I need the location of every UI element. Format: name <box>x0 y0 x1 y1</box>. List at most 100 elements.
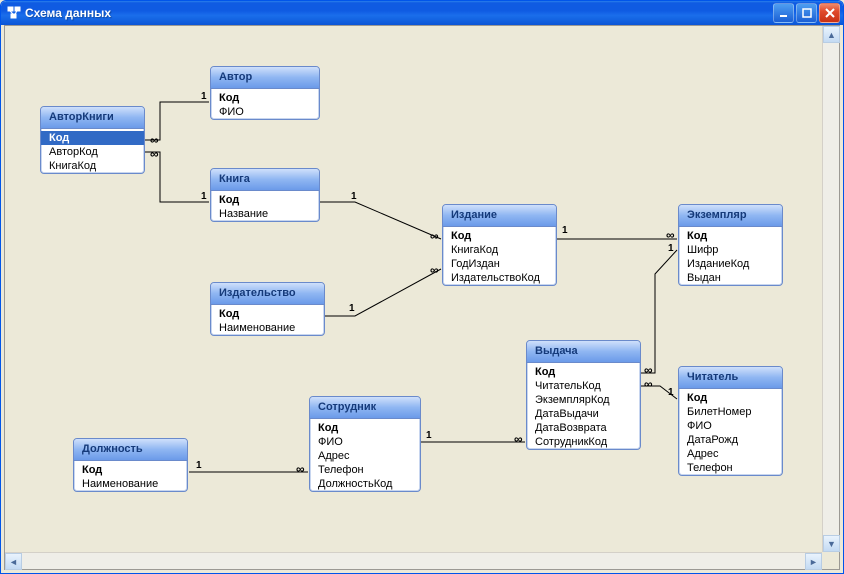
window-controls <box>773 3 840 23</box>
field[interactable]: ИздательствоКод <box>443 271 556 285</box>
field-pk[interactable]: Код <box>310 421 420 435</box>
field[interactable]: Наименование <box>74 477 187 491</box>
entity-dolzhnost[interactable]: Должность Код Наименование <box>73 438 188 492</box>
card-one: 1 <box>667 388 675 398</box>
entity-title: Сотрудник <box>310 397 420 419</box>
field[interactable]: Телефон <box>679 461 782 475</box>
field[interactable]: ФИО <box>310 435 420 449</box>
card-many: ∞ <box>665 229 676 241</box>
field[interactable]: Адрес <box>310 449 420 463</box>
entity-kniga[interactable]: Книга Код Название <box>210 168 320 222</box>
entity-fields: Код ФИО <box>211 89 319 119</box>
window-frame: Схема данных <box>0 0 844 574</box>
field[interactable]: ЧитательКод <box>527 379 640 393</box>
maximize-button[interactable] <box>796 3 817 23</box>
entity-izdanie[interactable]: Издание Код КнигаКод ГодИздан Издательст… <box>442 204 557 286</box>
card-many: ∞ <box>643 378 654 390</box>
field-pk[interactable]: Код <box>679 391 782 405</box>
card-many: ∞ <box>429 230 440 242</box>
card-many: ∞ <box>513 433 524 445</box>
field-pk[interactable]: Код <box>443 229 556 243</box>
card-many: ∞ <box>643 364 654 376</box>
field-pk[interactable]: Код <box>211 193 319 207</box>
entity-fields: Код Название <box>211 191 319 221</box>
entity-title: Издательство <box>211 283 324 305</box>
entity-izdatelstvo[interactable]: Издательство Код Наименование <box>210 282 325 336</box>
scroll-up-button[interactable]: ▲ <box>823 26 840 43</box>
field[interactable]: ДатаРожд <box>679 433 782 447</box>
field[interactable]: АвторКод <box>41 145 144 159</box>
scroll-corner <box>822 552 839 569</box>
field[interactable]: Наименование <box>211 321 324 335</box>
horizontal-scrollbar[interactable]: ◄ ► <box>5 552 822 569</box>
field-pk[interactable]: Код <box>74 463 187 477</box>
minimize-button[interactable] <box>773 3 794 23</box>
entity-avtorknigi[interactable]: АвторКниги Код АвторКод КнигаКод <box>40 106 145 174</box>
entity-title: Издание <box>443 205 556 227</box>
entity-ekzemplyar[interactable]: Экземпляр Код Шифр ИзданиеКод Выдан <box>678 204 783 286</box>
field[interactable]: ДолжностьКод <box>310 477 420 491</box>
card-many: ∞ <box>149 148 160 160</box>
card-one: 1 <box>200 192 208 202</box>
field-pk[interactable]: Код <box>679 229 782 243</box>
entity-title: Должность <box>74 439 187 461</box>
close-button[interactable] <box>819 3 840 23</box>
field-pk[interactable]: Код <box>527 365 640 379</box>
app-icon <box>7 6 21 20</box>
field-pk[interactable]: Код <box>211 307 324 321</box>
scroll-right-button[interactable]: ► <box>805 553 822 570</box>
card-many: ∞ <box>295 463 306 475</box>
card-one: 1 <box>350 192 358 202</box>
card-one: 1 <box>348 304 356 314</box>
vertical-scrollbar[interactable]: ▲ ▼ <box>822 26 839 552</box>
field[interactable]: КнигаКод <box>41 159 144 173</box>
card-many: ∞ <box>149 134 160 146</box>
card-one: 1 <box>667 244 675 254</box>
entity-fields: Код КнигаКод ГодИздан ИздательствоКод <box>443 227 556 285</box>
entity-fields: Код Шифр ИзданиеКод Выдан <box>679 227 782 285</box>
field[interactable]: Адрес <box>679 447 782 461</box>
field[interactable]: ИзданиеКод <box>679 257 782 271</box>
field-pk[interactable]: Код <box>41 131 144 145</box>
entity-chitatel[interactable]: Читатель Код БилетНомер ФИО ДатаРожд Адр… <box>678 366 783 476</box>
card-one: 1 <box>425 431 433 441</box>
entity-title: Читатель <box>679 367 782 389</box>
entity-avtor[interactable]: Автор Код ФИО <box>210 66 320 120</box>
entity-title: Экземпляр <box>679 205 782 227</box>
entity-fields: Код ЧитательКод ЭкземплярКод ДатаВыдачи … <box>527 363 640 449</box>
field[interactable]: Выдан <box>679 271 782 285</box>
field[interactable]: Шифр <box>679 243 782 257</box>
titlebar[interactable]: Схема данных <box>1 1 843 25</box>
entity-fields: Код Наименование <box>74 461 187 491</box>
entity-vydacha[interactable]: Выдача Код ЧитательКод ЭкземплярКод Дата… <box>526 340 641 450</box>
field[interactable]: БилетНомер <box>679 405 782 419</box>
entity-title: АвторКниги <box>41 107 144 129</box>
entity-fields: Код ФИО Адрес Телефон ДолжностьКод <box>310 419 420 491</box>
field[interactable]: ДатаВыдачи <box>527 407 640 421</box>
field[interactable]: ДатаВозврата <box>527 421 640 435</box>
card-one: 1 <box>561 226 569 236</box>
entity-sotrudnik[interactable]: Сотрудник Код ФИО Адрес Телефон Должност… <box>309 396 421 492</box>
field[interactable]: Телефон <box>310 463 420 477</box>
card-many: ∞ <box>429 264 440 276</box>
field[interactable]: СотрудникКод <box>527 435 640 449</box>
scroll-down-button[interactable]: ▼ <box>823 535 840 552</box>
field[interactable]: ГодИздан <box>443 257 556 271</box>
field[interactable]: ФИО <box>211 105 319 119</box>
entity-fields: Код АвторКод КнигаКод <box>41 129 144 173</box>
field[interactable]: ФИО <box>679 419 782 433</box>
entity-title: Автор <box>211 67 319 89</box>
field[interactable]: КнигаКод <box>443 243 556 257</box>
client-area: ∞ ∞ 1 1 1 ∞ 1 ∞ 1 ∞ ∞ 1 ∞ 1 1 ∞ 1 ∞ Авто… <box>4 25 840 570</box>
window-title: Схема данных <box>25 6 773 20</box>
entity-title: Выдача <box>527 341 640 363</box>
diagram-canvas[interactable]: ∞ ∞ 1 1 1 ∞ 1 ∞ 1 ∞ ∞ 1 ∞ 1 1 ∞ 1 ∞ Авто… <box>5 26 822 552</box>
entity-title: Книга <box>211 169 319 191</box>
entity-fields: Код БилетНомер ФИО ДатаРожд Адрес Телефо… <box>679 389 782 475</box>
card-one: 1 <box>195 461 203 471</box>
entity-fields: Код Наименование <box>211 305 324 335</box>
field[interactable]: Название <box>211 207 319 221</box>
scroll-left-button[interactable]: ◄ <box>5 553 22 570</box>
field[interactable]: ЭкземплярКод <box>527 393 640 407</box>
field-pk[interactable]: Код <box>211 91 319 105</box>
